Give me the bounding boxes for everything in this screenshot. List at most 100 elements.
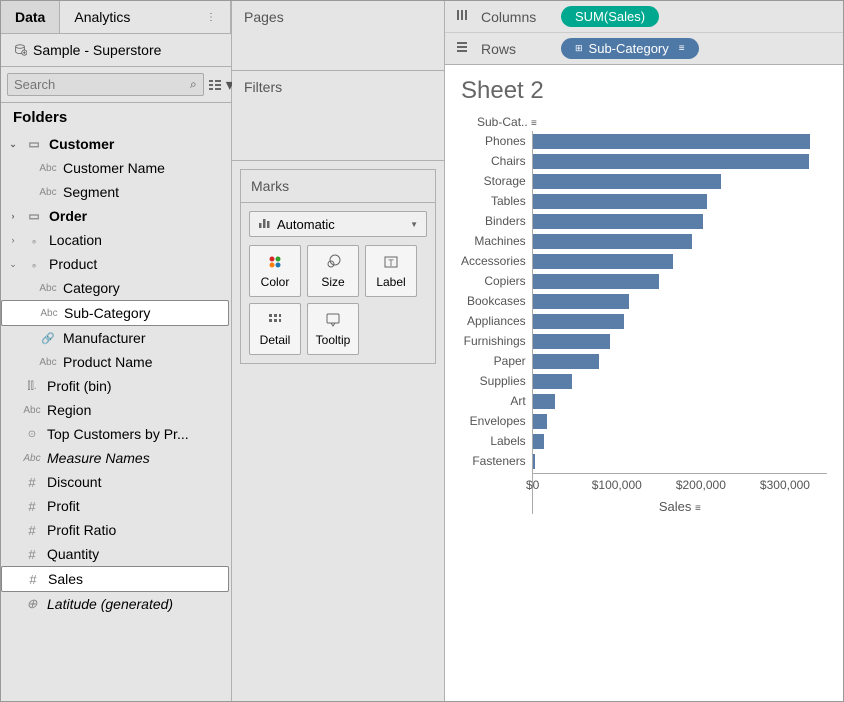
search-input[interactable] [14,77,190,92]
field-product[interactable]: ⌄ₔProduct [1,252,229,276]
marks-type-dropdown[interactable]: Automatic ▼ [249,211,427,237]
chart-y-label[interactable]: Accessories [461,251,526,271]
pages-shelf[interactable]: Pages [232,1,444,71]
tab-data[interactable]: Data [1,1,60,33]
rows-icon [455,40,471,57]
chart-y-label[interactable]: Envelopes [470,411,526,431]
field-location[interactable]: ›ₔLocation [1,228,229,252]
chart-bar[interactable] [533,454,536,469]
chart-bar[interactable] [533,314,624,329]
chart-y-label[interactable]: Bookcases [467,291,526,311]
field-sub-category[interactable]: Sub-Category [1,300,229,326]
field-quantity[interactable]: Quantity [1,542,229,566]
chart-bar[interactable] [533,134,810,149]
folder-customer[interactable]: ⌄Customer [1,132,229,156]
chart-y-label[interactable]: Storage [484,171,526,191]
field-top-customers[interactable]: Top Customers by Pr... [1,422,229,446]
chart-bar-row [533,151,827,171]
chart-y-label[interactable]: Labels [490,431,525,451]
chart-bar[interactable] [533,194,707,209]
marks-label-button[interactable]: T Label [365,245,417,297]
chart-x-title[interactable]: Sales ≡ [533,499,827,514]
hierarchy-icon: ₔ [25,235,43,246]
chart-bar[interactable] [533,334,610,349]
rows-shelf[interactable]: Rows ⊞Sub-Category≡ [445,33,843,64]
abc-icon [23,453,41,464]
chart-bar-row [533,191,827,211]
folder-order[interactable]: ›Order [1,204,229,228]
marks-color-button[interactable]: Color [249,245,301,297]
columns-pill-sum-sales[interactable]: SUM(Sales) [561,6,659,27]
view-toggle-icon[interactable] [208,76,222,94]
chart-bar[interactable] [533,414,547,429]
chart-x-tick: $200,000 [676,478,726,492]
search-box[interactable]: ⌕ [7,73,204,96]
chart-y-label[interactable]: Phones [485,131,526,151]
globe-icon [23,596,41,612]
field-latitude[interactable]: Latitude (generated) [1,592,229,616]
field-profit-bin[interactable]: Profit (bin) [1,374,229,398]
field-category[interactable]: Category [1,276,229,300]
rows-pill-sub-category[interactable]: ⊞Sub-Category≡ [561,38,699,59]
chevron-down-icon: ▼ [410,220,418,229]
chart-bar[interactable] [533,294,630,309]
datasource-name: Sample - Superstore [33,42,161,58]
chart-y-label[interactable]: Copiers [484,271,525,291]
field-region[interactable]: Region [1,398,229,422]
chart-bar[interactable] [533,174,721,189]
chart-bar[interactable] [533,254,673,269]
field-discount[interactable]: Discount [1,470,229,494]
tab-analytics[interactable]: Analytics ⋮ [60,1,231,33]
hash-icon [23,547,41,562]
field-profit-ratio[interactable]: Profit Ratio [1,518,229,542]
pages-shelf-title: Pages [244,9,432,25]
marks-size-button[interactable]: Size [307,245,359,297]
chart-bar[interactable] [533,354,599,369]
field-product-name[interactable]: Product Name [1,350,229,374]
chart-bar[interactable] [533,434,544,449]
chart-y-label[interactable]: Tables [491,191,526,211]
field-profit[interactable]: Profit [1,494,229,518]
tab-analytics-label: Analytics [74,9,130,25]
field-measure-names[interactable]: Measure Names [1,446,229,470]
expand-icon: ⊞ [575,43,583,54]
chart-header[interactable]: Sub-Cat.. ≡ [461,115,827,129]
chart-bar[interactable] [533,214,704,229]
label-icon: T [383,253,399,271]
filters-shelf[interactable]: Filters [232,71,444,161]
chart-y-label[interactable]: Chairs [491,151,526,171]
marks-detail-button[interactable]: Detail [249,303,301,355]
chart-bar[interactable] [533,274,659,289]
chevron-down-icon: ⌄ [7,139,19,150]
set-icon [23,429,41,440]
sort-icon: ≡ [679,43,685,54]
chart-bar-row [533,411,827,431]
sort-indicator-icon: ≡ [695,503,701,514]
sort-indicator-icon: ≡ [531,118,537,129]
field-customer-name[interactable]: Customer Name [1,156,229,180]
chart-y-label[interactable]: Machines [474,231,525,251]
chart-y-label[interactable]: Appliances [467,311,526,331]
chart-bar[interactable] [533,374,573,389]
chart-y-label[interactable]: Supplies [480,371,526,391]
chart-bar-row [533,371,827,391]
chart-y-label[interactable]: Art [510,391,525,411]
field-manufacturer[interactable]: Manufacturer [1,326,229,350]
marks-card: Marks Automatic ▼ Color Size T [240,169,436,364]
marks-tooltip-button[interactable]: Tooltip [307,303,359,355]
field-segment[interactable]: Segment [1,180,229,204]
marks-type-label: Automatic [277,217,404,232]
chart-bar[interactable] [533,234,692,249]
chart-bar[interactable] [533,154,809,169]
datasource-row[interactable]: Sample - Superstore [1,34,231,67]
hash-icon [23,499,41,514]
chart-bar[interactable] [533,394,556,409]
sheet-title[interactable]: Sheet 2 [461,77,827,105]
chart-y-label[interactable]: Binders [485,211,526,231]
chart-y-label[interactable]: Furnishings [464,331,526,351]
columns-shelf[interactable]: Columns SUM(Sales) [445,1,843,33]
field-sales[interactable]: Sales [1,566,229,592]
chart-y-label[interactable]: Paper [494,351,526,371]
chart-y-label[interactable]: Fasteners [472,451,525,471]
cards-pane: Pages Filters Marks Automatic ▼ Color [232,1,445,701]
